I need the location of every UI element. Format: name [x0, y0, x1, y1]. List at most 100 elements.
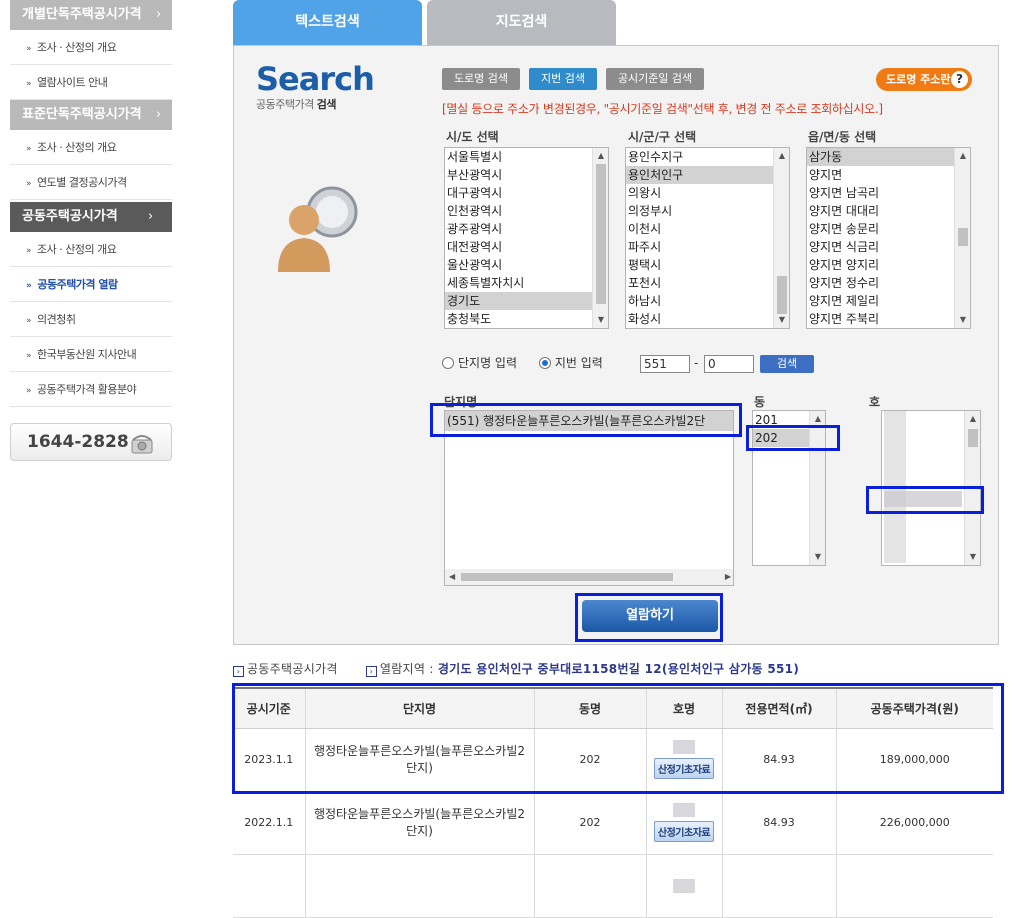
list-option[interactable]: 대구광역시 [445, 184, 592, 202]
radio-button[interactable] [538, 357, 551, 369]
bullet-icon: » [26, 179, 32, 189]
list-option[interactable]: 삼가동 [807, 148, 954, 166]
lot-search-submit[interactable]: 검색 [760, 355, 814, 373]
list-option[interactable]: 충청북도 [445, 310, 592, 328]
list-option[interactable]: 울산광역시 [445, 256, 592, 274]
chevron-right-icon: › [156, 7, 162, 22]
sigungu-select[interactable]: 용인수지구 용인처인구 의왕시 의정부시 이천시 파주시 평택시 포천시 하남시 화성시 ▲ ▼ [625, 147, 790, 329]
person-search-icon [278, 186, 358, 272]
radio-button[interactable] [442, 357, 454, 369]
list-option[interactable]: 양지면 송문리 [807, 220, 954, 238]
sido-select[interactable]: 서울특별시 부산광역시 대구광역시 인천광역시 광주광역시 대전광역시 울산광역시 세종특별자… [444, 147, 609, 329]
sidebar-item-yearly-price[interactable]: » 연도별 결정공시가격 [10, 165, 172, 200]
sidebar-item-label: 조사 · 산정의 개요 [37, 41, 117, 54]
sidebar-item-usage[interactable]: » 공동주택가격 활용분야 [10, 372, 172, 407]
list-option[interactable]: 파주시 [626, 238, 773, 256]
list-option[interactable]: 평택시 [626, 256, 773, 274]
list-option[interactable]: 양지면 [807, 166, 954, 184]
list-option[interactable]: 포천시 [626, 274, 773, 292]
scroll-down-icon[interactable]: ▼ [810, 549, 825, 565]
scroll-up-icon[interactable]: ▲ [965, 411, 980, 427]
list-option[interactable]: 의왕시 [626, 184, 773, 202]
bullet-icon: » [26, 316, 32, 326]
list-option[interactable]: 양지면 주북리 [807, 310, 954, 328]
sidebar-section-standard[interactable]: 표준단독주택공시가격 › [10, 100, 172, 130]
list-option[interactable]: 하남시 [626, 292, 773, 310]
region-label: 열람지역 : [379, 662, 434, 676]
table-row [233, 854, 993, 918]
help-icon[interactable]: ? [951, 71, 968, 88]
scroll-up-icon[interactable]: ▲ [774, 148, 789, 164]
search-panel: Search 공동주택가격 검색 도로명 검색 지번 검색 공시기준일 검색 도… [233, 45, 999, 645]
emd-select[interactable]: 삼가동 양지면 양지면 남곡리 양지면 대대리 양지면 송문리 양지면 식금리 양지면 양지… [806, 147, 971, 329]
tab-text-search[interactable]: 텍스트검색 [233, 0, 422, 45]
tab-map-search[interactable]: 지도검색 [427, 0, 616, 45]
sidebar-section-apartment[interactable]: 공동주택공시가격 › [10, 202, 172, 232]
list-option[interactable]: 양지면 정수리 [807, 274, 954, 292]
sidebar-item-survey-overview[interactable]: » 조사 · 산정의 개요 [10, 30, 172, 65]
list-option[interactable]: 용인처인구 [626, 166, 773, 184]
list-option[interactable]: 광주광역시 [445, 220, 592, 238]
radio-complex-name[interactable]: 단지명 입력 [442, 356, 517, 370]
sidebar-item-site-guide[interactable]: » 열람사이트 안내 [10, 65, 172, 100]
table-row: 2022.1.1 행정타운늘푸른오스카빌(늘푸른오스카빌2단지) 202 산정기… [233, 791, 993, 855]
scroll-down-icon[interactable]: ▼ [593, 312, 608, 328]
highlight-result-row [232, 683, 1004, 794]
scrollbar[interactable]: ▲ ▼ [954, 148, 970, 328]
road-search-button[interactable]: 도로명 검색 [442, 68, 520, 90]
scroll-down-icon[interactable]: ▼ [774, 312, 789, 328]
list-option[interactable]: 양지면 남곡리 [807, 184, 954, 202]
list-option[interactable]: 인천광역시 [445, 202, 592, 220]
scroll-right-icon[interactable]: ▶ [725, 569, 731, 585]
sidebar-item-label: 조사 · 산정의 개요 [37, 141, 117, 154]
sidebar-item-survey-overview[interactable]: » 조사 · 산정의 개요 [10, 130, 172, 165]
lot-sub-input[interactable]: 0 [704, 355, 754, 373]
sidebar-item-label: 의견청취 [37, 313, 76, 326]
horizontal-scrollbar[interactable]: ◀ ▶ [445, 569, 733, 585]
result-title: 공동주택공시가격 [247, 662, 338, 676]
road-address-label: 도로명 주소란 [886, 73, 951, 86]
list-option[interactable]: 양지면 양지리 [807, 256, 954, 274]
lot-main-input[interactable]: 551 [640, 355, 690, 373]
list-option[interactable]: 화성시 [626, 310, 773, 328]
scroll-left-icon[interactable]: ◀ [449, 569, 455, 585]
emd-label: 읍/면/동 선택 [808, 130, 877, 144]
sidebar-item-branch-guide[interactable]: » 한국부동산원 지사안내 [10, 337, 172, 372]
phone-banner: 1644-2828 [10, 423, 172, 461]
lot-dash: - [694, 356, 699, 370]
sidebar-item-label: 연도별 결정공시가격 [37, 176, 127, 189]
list-option[interactable]: 양지면 대대리 [807, 202, 954, 220]
list-option[interactable]: 대전광역시 [445, 238, 592, 256]
search-logo: Search [256, 60, 375, 98]
scrollbar[interactable]: ▲ ▼ [592, 148, 608, 328]
scroll-down-icon[interactable]: ▼ [955, 312, 970, 328]
scroll-up-icon[interactable]: ▲ [955, 148, 970, 164]
list-option[interactable]: 서울특별시 [445, 148, 592, 166]
sidebar-item-apartment-price-view[interactable]: » 공동주택가격 열람 [10, 267, 172, 302]
list-option[interactable]: 이천시 [626, 220, 773, 238]
list-option[interactable]: 경기도 [445, 292, 592, 310]
sidebar-item-survey-overview[interactable]: » 조사 · 산정의 개요 [10, 232, 172, 267]
sigungu-label: 시/군/구 선택 [628, 130, 697, 144]
sidebar-item-label: 조사 · 산정의 개요 [37, 243, 117, 256]
result-info: › 공동주택공시가격 › 열람지역 : 경기도 용인처인구 중부대로1158번길 1… [233, 660, 799, 677]
scrollbar[interactable]: ▲ ▼ [773, 148, 789, 328]
date-search-button[interactable]: 공시기준일 검색 [606, 68, 704, 90]
sidebar-item-opinion[interactable]: » 의견청취 [10, 302, 172, 337]
list-option[interactable]: 용인수지구 [626, 148, 773, 166]
scroll-down-icon[interactable]: ▼ [965, 549, 980, 565]
list-option[interactable]: 양지면 식금리 [807, 238, 954, 256]
road-address-button[interactable]: 도로명 주소란 ? [876, 68, 972, 91]
view-button[interactable]: 열람하기 [582, 600, 718, 632]
radio-lot[interactable]: 지번 입력 [538, 356, 603, 370]
phone-number: 1644-2828 [27, 432, 129, 452]
sidebar-item-label: 공동주택가격 활용분야 [37, 383, 137, 396]
list-option[interactable]: 양지면 제일리 [807, 292, 954, 310]
lot-search-button[interactable]: 지번 검색 [529, 68, 597, 90]
sidebar-section-individual[interactable]: 개별단독주택공시가격 › [10, 0, 172, 30]
list-option[interactable]: 세종특별자치시 [445, 274, 592, 292]
list-option[interactable]: 의정부시 [626, 202, 773, 220]
scroll-up-icon[interactable]: ▲ [593, 148, 608, 164]
basis-data-button[interactable]: 산정기초자료 [653, 821, 715, 842]
list-option[interactable]: 부산광역시 [445, 166, 592, 184]
